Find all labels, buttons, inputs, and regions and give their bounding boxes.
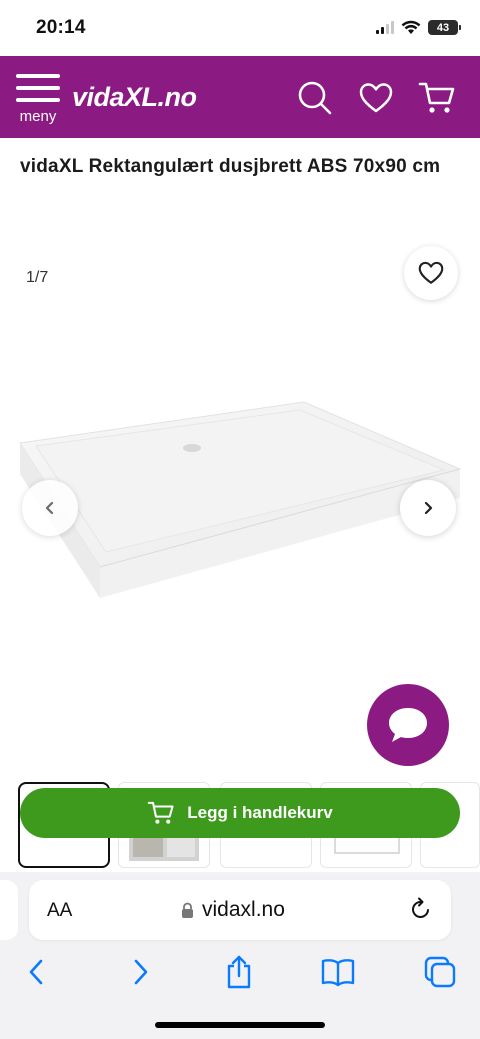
home-indicator [155,1022,325,1028]
next-image-button[interactable] [400,480,456,536]
previous-tab-peek[interactable] [0,880,18,940]
add-to-cart-label: Legg i handlekurv [187,803,333,822]
status-icons: 43 [376,20,461,35]
wifi-icon [401,20,421,34]
bookmarks-button[interactable] [318,952,358,992]
chat-bubble-icon [389,708,427,742]
tabs-icon [424,956,456,988]
chat-button[interactable] [367,684,449,766]
back-button[interactable] [17,952,57,992]
add-to-cart-button[interactable]: Legg i handlekurv [20,788,460,838]
product-image [19,401,462,598]
vidaxl-logo[interactable]: vidaXL.no [72,82,197,113]
browser-toolbar: AA vidaxl.no [0,872,480,1039]
heart-icon [418,261,444,284]
lock-icon [182,902,193,918]
image-counter: 1/7 [26,269,49,286]
previous-image-button[interactable] [22,480,78,536]
battery-icon: 43 [428,20,461,35]
heart-icon [359,83,393,113]
chevron-right-icon [424,501,433,515]
forward-button[interactable] [120,952,160,992]
signal-icon [376,21,394,34]
site-header: meny vidaXL.no [0,56,480,138]
search-icon [298,81,332,115]
status-time: 20:14 [36,17,86,38]
wishlist-button[interactable] [356,78,396,118]
cart-icon [418,82,455,113]
url-text: vidaxl.no [202,898,285,921]
tabs-button[interactable] [420,952,460,992]
address-bar[interactable]: AA vidaxl.no [29,880,451,940]
back-icon [29,959,43,985]
menu-label: meny [19,108,57,125]
status-bar: 20:14 43 [0,0,480,56]
menu-button[interactable]: meny [14,74,62,130]
cart-icon [147,801,174,824]
reload-icon[interactable] [409,897,433,921]
search-button[interactable] [294,78,334,118]
share-icon [227,955,251,989]
text-size-button[interactable]: AA [47,900,72,922]
url-display[interactable]: vidaxl.no [181,898,285,922]
cart-button[interactable] [417,78,457,118]
chevron-left-icon [45,501,54,515]
forward-icon [134,959,148,985]
bookmarks-icon [321,959,355,987]
add-to-wishlist-button[interactable] [404,246,458,300]
menu-icon [16,74,60,102]
share-button[interactable] [219,952,259,992]
product-title: vidaXL Rektangulært dusjbrett ABS 70x90 … [20,156,441,177]
